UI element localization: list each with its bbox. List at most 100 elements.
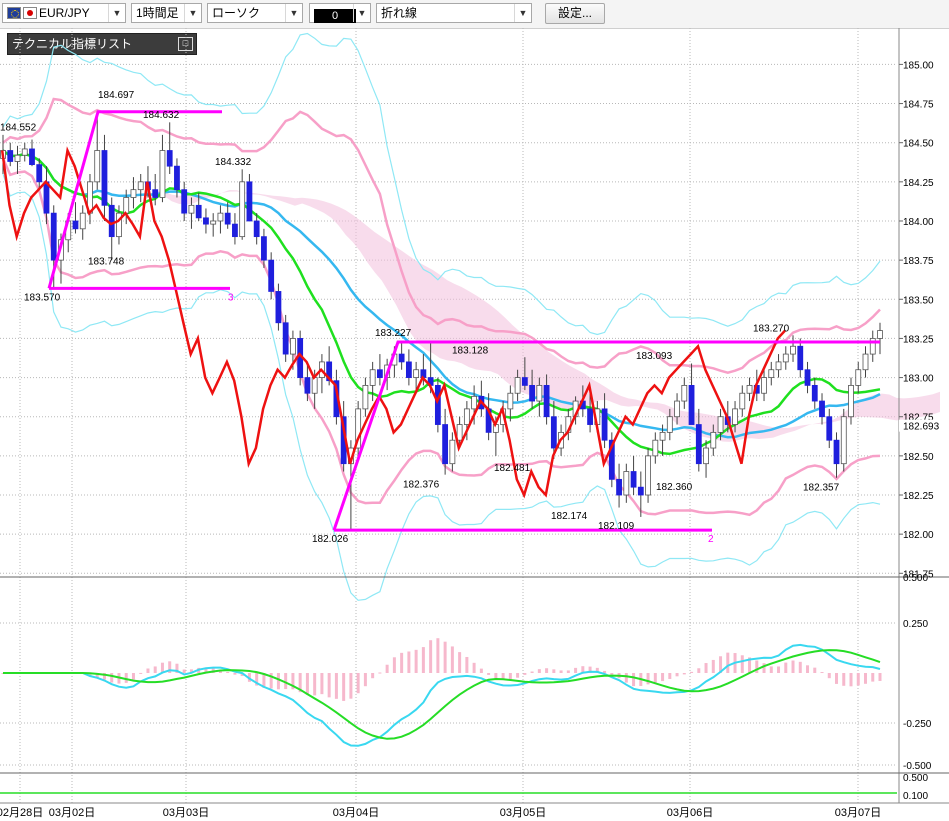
candle-bull — [14, 154, 21, 162]
histogram-bar — [414, 649, 418, 673]
candle-bull — [848, 384, 854, 418]
drawing-tool-select[interactable]: 0 ▼ — [309, 3, 371, 23]
price-annotation: 183.128 — [452, 346, 489, 357]
candle-bear — [268, 259, 275, 292]
candle-bear — [282, 322, 289, 355]
candle-bear — [261, 236, 267, 261]
histogram-bar — [131, 673, 135, 680]
histogram-bar — [668, 673, 672, 679]
histogram-bar — [545, 668, 549, 673]
histogram-bar — [450, 646, 454, 673]
histogram-bar — [740, 655, 744, 673]
symbol-select[interactable]: EUR/JPY ▼ — [2, 3, 126, 23]
histogram-bar — [842, 673, 846, 686]
candle-bear — [181, 189, 188, 214]
candle-bear — [819, 400, 825, 418]
candle-bull — [21, 148, 28, 156]
histogram-bar — [458, 652, 462, 673]
candle-bull — [514, 377, 521, 394]
histogram-bar — [675, 673, 679, 677]
candle-bull — [681, 384, 688, 402]
histogram-bar — [334, 673, 338, 699]
histogram-bar — [349, 673, 353, 699]
candle-bull — [362, 384, 369, 410]
histogram-bar — [342, 673, 346, 701]
candle-bear — [630, 471, 637, 488]
histogram-bar — [182, 669, 186, 673]
histogram-bar — [784, 662, 788, 673]
chevron-down-icon: ▼ — [285, 4, 302, 22]
histogram-bar — [465, 656, 469, 673]
price-tick-label: 182.25 — [903, 491, 934, 502]
jp-flag-icon — [23, 7, 37, 19]
candle-bear — [833, 439, 840, 465]
candle-bull — [855, 369, 862, 386]
histogram-bar — [305, 673, 309, 695]
candle-bull — [471, 395, 478, 410]
candle-bull — [790, 345, 796, 355]
date-label: 03月05日 — [500, 807, 546, 819]
histogram-bar — [487, 673, 491, 675]
candle-bull — [137, 181, 144, 191]
zigzag-marker: 3 — [228, 292, 234, 303]
histogram-bar — [574, 667, 578, 673]
price-chart[interactable]: 3 2 184.552 184.697 184.632 184.332 183.748 183… — [0, 28, 949, 821]
histogram-bar — [363, 673, 367, 687]
histogram-bar — [110, 673, 114, 683]
candle-bear — [826, 416, 833, 441]
settings-button[interactable]: 設定... — [545, 3, 605, 24]
candle-bear — [203, 217, 209, 225]
date-label: 03月07日 — [835, 807, 881, 819]
histogram-bar — [820, 672, 824, 674]
candle-bear — [543, 384, 550, 418]
candle-bear — [72, 220, 79, 230]
candle-bear — [304, 377, 311, 394]
chevron-down-icon: ▼ — [184, 4, 201, 22]
candle-bear — [29, 148, 35, 166]
histogram-bar — [421, 647, 425, 673]
histogram-bar — [407, 651, 411, 673]
price-annotation: 183.570 — [24, 292, 61, 303]
candle-bull — [703, 447, 709, 465]
histogram-bar — [226, 671, 230, 673]
osc-tick-label: 0.250 — [903, 619, 928, 630]
candle-bull — [732, 408, 738, 425]
candle-bear — [246, 181, 253, 222]
candle-bear — [405, 361, 412, 378]
candle-bull — [449, 439, 456, 465]
histogram-bar — [653, 673, 657, 683]
histogram-bar — [436, 638, 440, 673]
histogram-bar — [356, 673, 360, 694]
histogram-bar — [552, 669, 556, 673]
price-annotation: 183.748 — [88, 256, 125, 267]
candle-bear — [550, 416, 557, 449]
timeframe-select[interactable]: 1時間足 ▼ — [131, 3, 202, 23]
chevron-down-icon: ▼ — [108, 4, 125, 22]
candle-bull — [210, 220, 217, 225]
histogram-bar — [392, 657, 396, 673]
candle-bear — [797, 345, 804, 371]
candle-bear — [695, 424, 702, 465]
candle-bull — [123, 197, 130, 214]
drawing-tool-swatch: 0 — [314, 9, 356, 23]
histogram-bar — [711, 659, 715, 673]
price-tick-label: 182.50 — [903, 452, 934, 463]
histogram-bar — [610, 673, 614, 675]
date-label: 03月04日 — [333, 807, 379, 819]
histogram-bar — [494, 673, 498, 679]
candle-bull — [290, 338, 296, 355]
candle-bull — [413, 369, 420, 378]
candle-bear — [376, 369, 383, 378]
histogram-bar — [762, 663, 766, 673]
chart-type-select[interactable]: ローソク ▼ — [207, 3, 303, 23]
histogram-bar — [878, 673, 882, 681]
candle-bear — [398, 353, 405, 363]
histogram-bar — [472, 662, 476, 673]
price-annotation: 183.270 — [753, 323, 790, 334]
candle-bear — [253, 220, 260, 238]
date-label: 02月28日 — [0, 807, 43, 819]
line-type-select[interactable]: 折れ線 ▼ — [376, 3, 532, 23]
candle-bull — [623, 471, 630, 496]
candle-bull — [645, 455, 651, 496]
histogram-bar — [864, 673, 868, 684]
